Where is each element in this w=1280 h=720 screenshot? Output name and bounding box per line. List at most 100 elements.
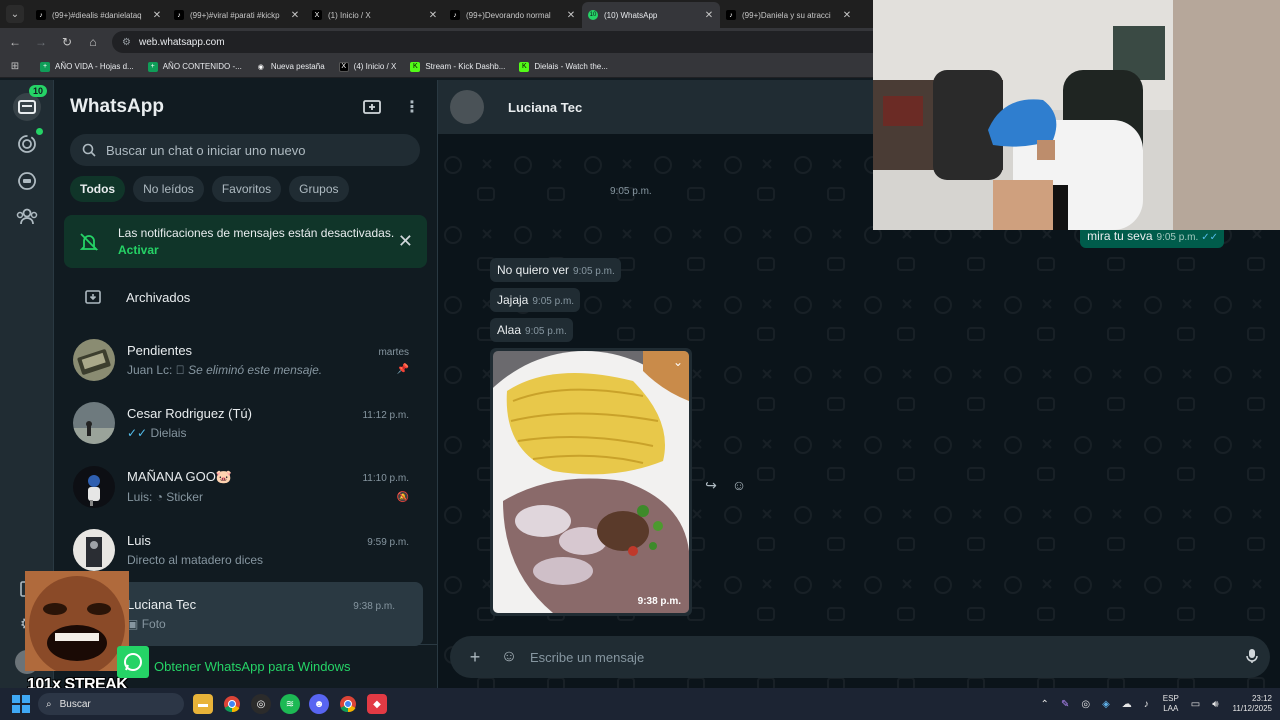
bookmark[interactable]: ◉ Nueva pestaña xyxy=(256,62,325,72)
sync-icon[interactable]: ◎ xyxy=(1081,699,1090,710)
wifi-icon[interactable]: ☁ xyxy=(1122,699,1132,710)
start-button[interactable] xyxy=(12,695,30,713)
attach-button[interactable]: + xyxy=(462,644,488,670)
microphone-icon[interactable]: ♪ xyxy=(1144,699,1149,710)
avatar[interactable] xyxy=(450,90,484,124)
avatar xyxy=(73,529,115,572)
chats-nav-button[interactable]: 10 xyxy=(13,85,47,121)
home-icon[interactable]: ⌂ xyxy=(82,31,104,53)
bookmark[interactable]: + AÑO CONTENIDO -... xyxy=(147,61,242,72)
browser-tab-active[interactable]: 10 (10) WhatsApp ✕ xyxy=(582,2,720,28)
bookmark-label: Nueva pestaña xyxy=(270,62,325,71)
tab-search-button[interactable]: ⌄ xyxy=(6,5,24,23)
emoji-button[interactable]: ☺ xyxy=(496,644,522,670)
apps-grid-icon[interactable]: ⊞ xyxy=(4,61,26,72)
chat-preview: Directo al matadero dices xyxy=(127,553,264,568)
message-input[interactable]: Escribe un mensaje xyxy=(530,650,1246,665)
display-icon[interactable]: ▭ xyxy=(1191,699,1200,710)
message-time: 9:05 p.m. xyxy=(610,186,652,197)
menu-button[interactable]: ⋮ xyxy=(399,94,425,120)
spotify-icon[interactable]: ≋ xyxy=(280,694,300,714)
message-composer: + ☺ Escribe un mensaje xyxy=(450,636,1270,678)
photo-message[interactable]: ⌄ 9:38 p.m. xyxy=(490,348,692,616)
enable-notifications-link[interactable]: Activar xyxy=(118,243,159,257)
clock[interactable]: 23:12 11/12/2025 xyxy=(1233,694,1272,714)
filter-all[interactable]: Todos xyxy=(70,176,126,202)
close-icon[interactable]: ✕ xyxy=(398,231,413,252)
bookmark[interactable]: X (4) Inicio / X xyxy=(338,61,396,72)
filter-favorites[interactable]: Favoritos xyxy=(211,176,282,202)
streaming-app-icon[interactable]: ◆ xyxy=(367,694,387,714)
bookmark[interactable]: K Dielais - Watch the... xyxy=(519,61,608,72)
search-icon: ⌕ xyxy=(46,698,52,710)
forward-icon[interactable]: ↪ xyxy=(700,474,722,496)
site-settings-icon[interactable]: ⚙ xyxy=(122,37,131,48)
whatsapp-icon[interactable] xyxy=(117,646,149,678)
taskbar-search[interactable]: ⌕ Buscar xyxy=(38,693,184,715)
browser-tab[interactable]: X (1) Inicio / X ✕ xyxy=(306,2,444,28)
microphone-icon[interactable] xyxy=(1246,648,1258,667)
close-icon[interactable]: ✕ xyxy=(842,10,852,21)
pen-icon[interactable]: ✎ xyxy=(1061,699,1069,710)
message-in[interactable]: Alaa 9:05 p.m. xyxy=(490,318,573,342)
filter-groups[interactable]: Grupos xyxy=(289,176,349,202)
tiktok-icon: ♪ xyxy=(36,10,46,20)
tab-title: (99+)#viral #parati #kickp xyxy=(190,10,280,20)
file-explorer-icon[interactable]: ▬ xyxy=(193,694,213,714)
reload-icon[interactable]: ↻ xyxy=(56,31,78,53)
archived-row[interactable]: Archivados xyxy=(84,288,190,306)
filter-chips: Todos No leídos Favoritos Grupos xyxy=(70,176,357,202)
chevron-up-icon[interactable]: ⌃ xyxy=(1041,699,1049,710)
chat-row[interactable]: Cesar Rodriguez (Tú) 11:12 p.m. ✓✓ Dielai… xyxy=(54,392,437,456)
contact-name[interactable]: Luciana Tec xyxy=(508,100,582,115)
language-code: ESP xyxy=(1162,694,1179,703)
communities-nav-button[interactable] xyxy=(13,202,41,230)
message-in[interactable]: No quiero ver 9:05 p.m. xyxy=(490,258,621,282)
bookmark[interactable]: + AÑO VIDA - Hojas d... xyxy=(40,61,134,72)
preview-sender: Juan Lc: xyxy=(127,362,173,377)
language-indicator[interactable]: ESP LAA xyxy=(1163,694,1179,714)
new-chat-icon xyxy=(363,100,381,114)
back-icon[interactable]: ← xyxy=(4,31,26,53)
obs-icon[interactable]: ◎ xyxy=(251,694,271,714)
whatsapp-icon: 10 xyxy=(588,10,598,20)
close-icon[interactable]: ✕ xyxy=(290,10,300,21)
message-text: Jajaja xyxy=(497,293,529,307)
new-chat-button[interactable] xyxy=(359,94,385,120)
message-text: mira tu seva xyxy=(1087,229,1153,243)
browser-tab[interactable]: ♪ (99+)Devorando normal ✕ xyxy=(444,2,582,28)
chrome-icon[interactable] xyxy=(222,694,242,714)
bookmark[interactable]: K Stream - Kick Dashb... xyxy=(410,61,505,72)
close-icon[interactable]: ✕ xyxy=(566,10,576,21)
browser-tab[interactable]: ♪ (99+)Daniela y su atracci ✕ xyxy=(720,2,858,28)
message-time: 9:05 p.m. xyxy=(1156,232,1199,243)
chevron-down-icon[interactable]: ⌄ xyxy=(673,355,683,369)
search-input[interactable]: Buscar un chat o iniciar uno nuevo xyxy=(70,134,420,166)
status-nav-button[interactable] xyxy=(13,128,43,158)
browser-tab[interactable]: ♪ (99+)#diealis #danielataq ✕ xyxy=(30,2,168,28)
url-text: web.whatsapp.com xyxy=(138,36,225,48)
close-icon[interactable]: ✕ xyxy=(428,10,438,21)
close-icon[interactable]: ✕ xyxy=(704,10,714,21)
photo-image[interactable]: ⌄ 9:38 p.m. xyxy=(493,351,689,613)
status-icon xyxy=(18,135,36,153)
food-photo xyxy=(493,351,689,613)
more-vertical-icon: ⋮ xyxy=(404,99,420,116)
channels-nav-button[interactable] xyxy=(13,167,41,195)
volume-icon[interactable]: 🔊︎ xyxy=(1212,699,1218,710)
chat-row[interactable]: Pendientes martes Juan Lc: ⃠ Se eliminó e… xyxy=(54,328,437,392)
message-in[interactable]: Jajaja 9:05 p.m. xyxy=(490,288,581,312)
close-icon[interactable]: ✕ xyxy=(152,10,162,21)
browser-tab[interactable]: ♪ (99+)#viral #parati #kickp ✕ xyxy=(168,2,306,28)
discord-icon[interactable]: ☻ xyxy=(309,694,329,714)
forward-icon[interactable]: → xyxy=(30,31,52,53)
chrome-icon[interactable] xyxy=(338,694,358,714)
message-time: 9:05 p.m. xyxy=(532,296,575,307)
emoji-react-icon[interactable]: ☺ xyxy=(728,474,750,496)
filter-unread[interactable]: No leídos xyxy=(133,176,204,202)
communities-icon xyxy=(16,208,38,225)
chat-row[interactable]: MAÑANA GOO🐷 11:10 p.m. Luis: ◔ Sticker 🔕 xyxy=(54,455,437,519)
shield-icon[interactable]: ◈ xyxy=(1102,699,1110,710)
url-field[interactable]: ⚙ web.whatsapp.com xyxy=(112,31,932,53)
bookmark-label: AÑO CONTENIDO -... xyxy=(162,62,242,71)
